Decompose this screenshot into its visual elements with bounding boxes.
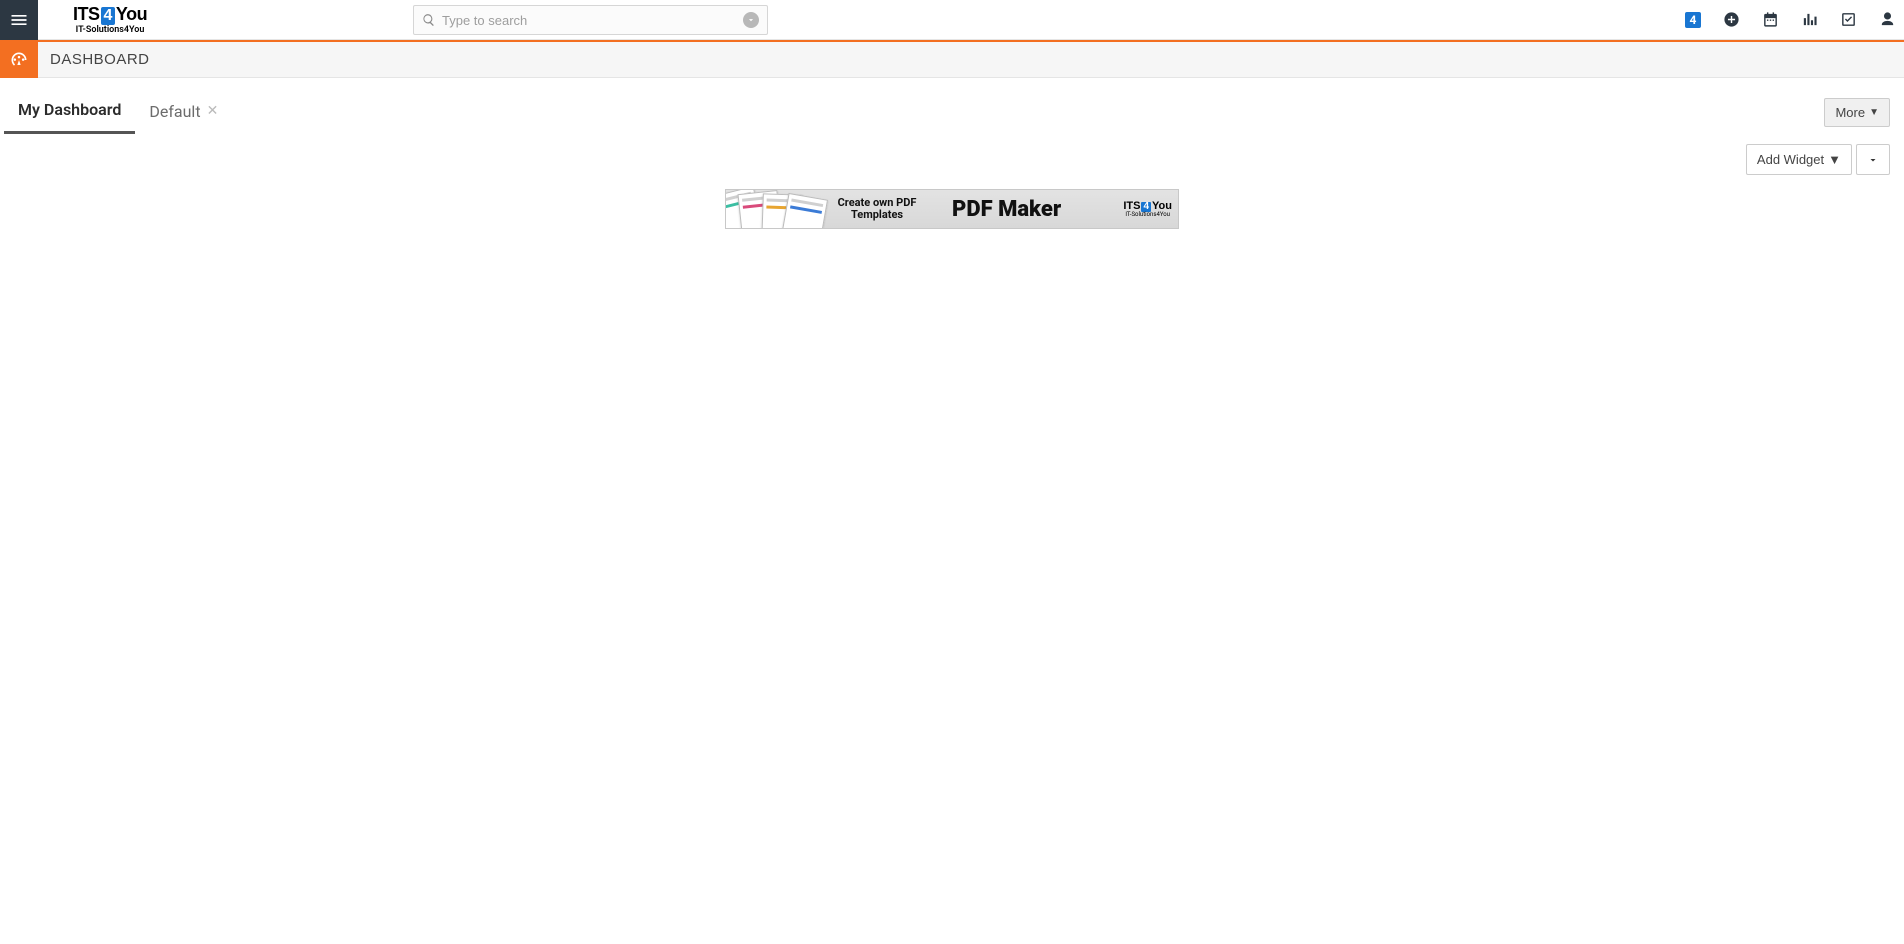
expand-button[interactable] — [1856, 144, 1890, 175]
search-icon — [422, 13, 436, 27]
quick-create-button[interactable] — [1723, 11, 1740, 28]
dashboard-tabs: My Dashboard Default ✕ — [4, 90, 232, 134]
search-input[interactable] — [442, 13, 743, 28]
logo-prefix: ITS — [73, 5, 100, 23]
chevron-down-icon — [1867, 154, 1879, 166]
banner-area: Create own PDF Templates PDF Maker ITS 4… — [0, 189, 1904, 229]
tabs-right-controls: More ▼ — [1824, 98, 1890, 127]
banner-logo-suffix: You — [1152, 201, 1172, 212]
tabs-row: My Dashboard Default ✕ More ▼ — [0, 78, 1904, 134]
global-search-container — [413, 5, 768, 35]
calendar-icon — [1762, 11, 1779, 28]
reports-button[interactable] — [1801, 11, 1818, 28]
check-square-icon — [1840, 11, 1857, 28]
plus-circle-icon — [1723, 11, 1740, 28]
app-logo[interactable]: ITS 4 You IT-Solutions4You — [73, 5, 147, 35]
more-button-label: More — [1835, 105, 1865, 120]
search-options-toggle[interactable] — [743, 12, 759, 28]
close-icon[interactable]: ✕ — [207, 103, 219, 119]
dashboard-gauge-icon — [9, 50, 29, 70]
add-widget-label: Add Widget — [1757, 152, 1824, 167]
pdf-maker-banner[interactable]: Create own PDF Templates PDF Maker ITS 4… — [725, 189, 1179, 229]
module-icon-container[interactable] — [0, 42, 38, 78]
topbar-right: 4 — [1685, 11, 1904, 28]
module-bar: DASHBOARD — [0, 42, 1904, 78]
tab-label: My Dashboard — [18, 100, 121, 119]
banner-docs-illustration — [726, 190, 816, 228]
hamburger-menu-button[interactable] — [0, 0, 38, 40]
logo-main: ITS 4 You — [73, 5, 147, 25]
banner-logo-tagline: IT-Solutions4You — [1125, 212, 1170, 218]
hamburger-icon — [9, 10, 29, 30]
tasks-button[interactable] — [1840, 11, 1857, 28]
banner-subtitle: Create own PDF Templates — [822, 197, 932, 221]
tab-label: Default — [149, 102, 200, 121]
global-search[interactable] — [413, 5, 768, 35]
caret-down-icon: ▼ — [1828, 152, 1841, 167]
banner-logo: ITS 4 You IT-Solutions4You — [1123, 201, 1172, 218]
calendar-button[interactable] — [1762, 11, 1779, 28]
banner-logo-box: 4 — [1141, 202, 1151, 212]
logo-suffix: You — [116, 5, 147, 23]
bar-chart-icon — [1801, 11, 1818, 28]
user-icon — [1879, 11, 1896, 28]
more-button[interactable]: More ▼ — [1824, 98, 1890, 127]
banner-logo-prefix: ITS — [1123, 201, 1140, 212]
caret-down-icon: ▼ — [1869, 107, 1879, 118]
logo-box: 4 — [101, 7, 115, 25]
chevron-down-icon — [746, 15, 756, 25]
topbar: ITS 4 You IT-Solutions4You 4 — [0, 0, 1904, 40]
add-widget-button[interactable]: Add Widget ▼ — [1746, 144, 1852, 175]
its4you-badge-icon: 4 — [1685, 12, 1701, 28]
logo-tagline: IT-Solutions4You — [76, 26, 145, 35]
user-menu-button[interactable] — [1879, 11, 1896, 28]
module-title: DASHBOARD — [50, 51, 150, 68]
tab-my-dashboard[interactable]: My Dashboard — [4, 90, 135, 134]
its4you-badge[interactable]: 4 — [1685, 12, 1701, 28]
widget-toolbar: Add Widget ▼ — [0, 134, 1904, 175]
banner-title: PDF Maker — [952, 197, 1061, 222]
tab-default[interactable]: Default ✕ — [135, 90, 232, 134]
